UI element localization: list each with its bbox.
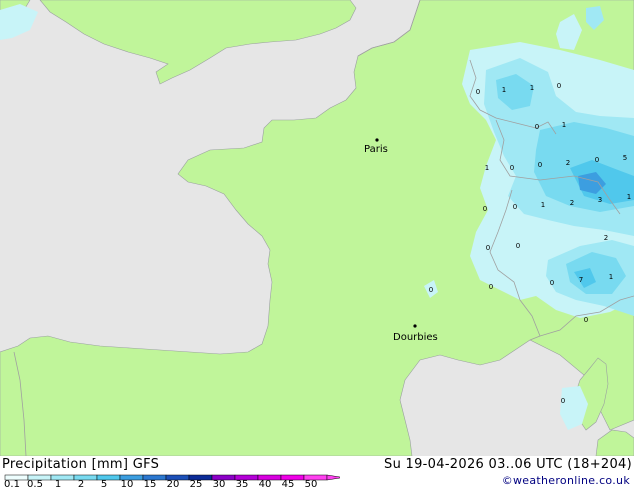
credit-link[interactable]: ©weatheronline.co.uk	[502, 474, 630, 487]
scale-label: 40	[258, 479, 272, 490]
point-value: 0	[535, 123, 539, 131]
scale-label: 45	[281, 479, 295, 490]
point-value: 3	[598, 196, 602, 204]
point-value: 2	[566, 159, 570, 167]
scale-label: 0.1	[4, 479, 20, 490]
scale-label: 0.5	[27, 479, 43, 490]
scale-label: 25	[189, 479, 203, 490]
scale-label: 30	[212, 479, 226, 490]
point-value: 0	[513, 203, 517, 211]
point-value: 0	[516, 242, 520, 250]
point-value: 0	[489, 283, 493, 291]
point-value: 0	[510, 164, 514, 172]
legend-title: Precipitation [mm] GFS	[2, 457, 160, 472]
scale-label: 20	[166, 479, 180, 490]
point-value: 0	[538, 161, 542, 169]
scale-label: 50	[304, 479, 318, 490]
point-value: 1	[530, 84, 534, 92]
paris-dot	[375, 138, 379, 142]
point-value: 5	[623, 154, 627, 162]
point-value: 0	[483, 205, 487, 213]
point-value: 1	[609, 273, 613, 281]
point-value: 2	[604, 234, 608, 242]
scale-label: 10	[120, 479, 134, 490]
point-value: 0	[476, 88, 480, 96]
point-value: 0	[486, 244, 490, 252]
point-value: 1	[485, 164, 489, 172]
point-value: 0	[550, 279, 554, 287]
point-value: 1	[502, 86, 506, 94]
point-value: 1	[562, 121, 566, 129]
scale-label: 35	[235, 479, 249, 490]
point-value: 0	[561, 397, 565, 405]
point-value: 1	[627, 193, 631, 201]
valid-time: Su 19-04-2026 03..06 UTC (18+204)	[384, 457, 632, 472]
point-value: 0	[429, 286, 433, 294]
point-value: 1	[541, 201, 545, 209]
scale-label: 5	[100, 479, 108, 490]
legend-footer: Precipitation [mm] GFS Su 19-04-2026 03.…	[0, 456, 634, 490]
scale-label: 2	[77, 479, 85, 490]
paris-label: Paris	[364, 144, 388, 155]
point-value: 2	[570, 199, 574, 207]
point-value: 7	[579, 276, 583, 284]
dourbies-dot	[413, 324, 417, 328]
weather-map: Paris Dourbies 0 1 1 0 0 1 0 2 0 5 1 0 0…	[0, 0, 634, 456]
point-value: 0	[595, 156, 599, 164]
scale-label: 1	[54, 479, 62, 490]
point-value: 0	[557, 82, 561, 90]
dourbies-label: Dourbies	[393, 332, 438, 343]
scale-label: 15	[143, 479, 157, 490]
scale-arrow	[326, 474, 340, 481]
point-value: 0	[584, 316, 588, 324]
